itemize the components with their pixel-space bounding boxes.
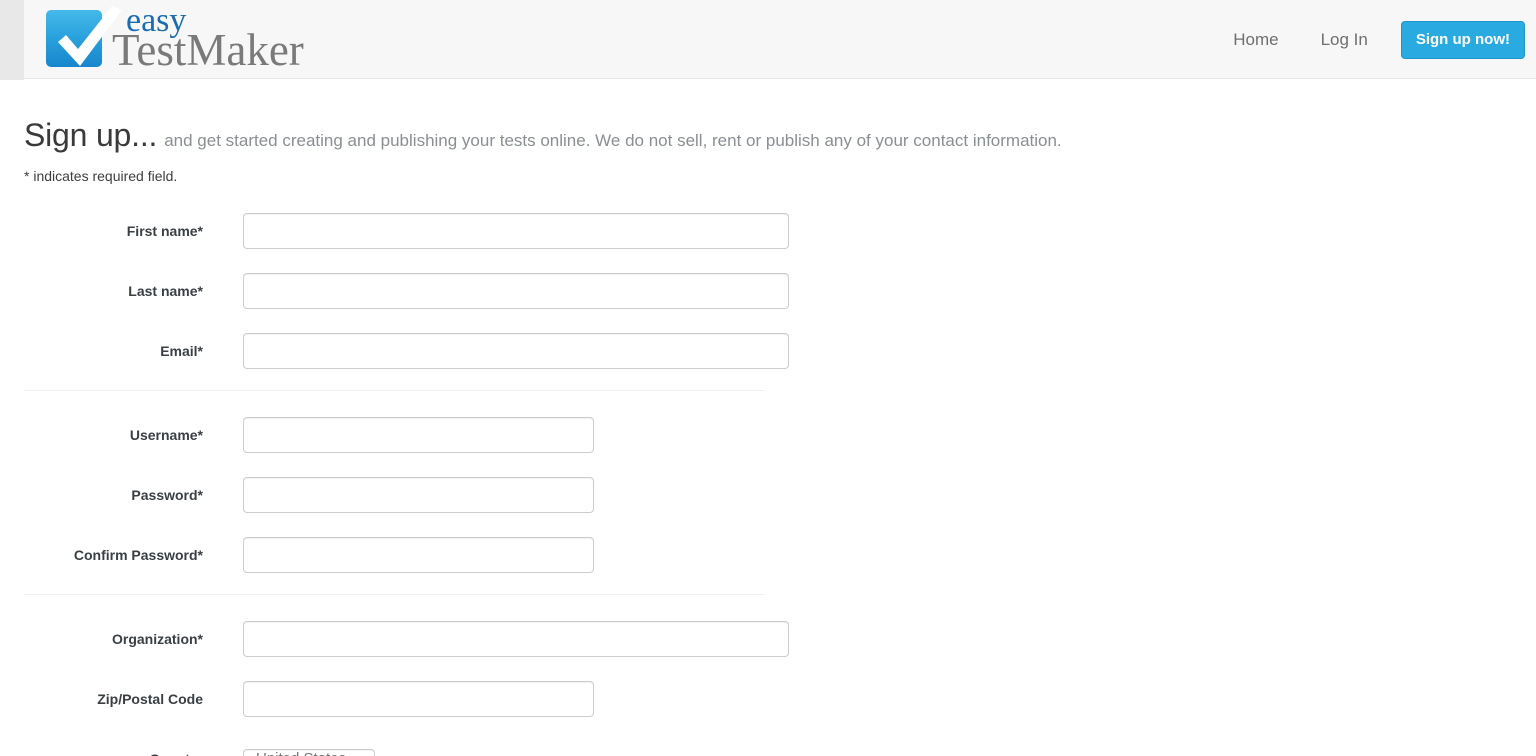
organization-field-wrap xyxy=(243,621,789,657)
nav-link-home[interactable]: Home xyxy=(1212,0,1299,79)
email-field-wrap xyxy=(243,333,789,369)
left-gutter-strip xyxy=(0,0,24,80)
organization-input[interactable] xyxy=(243,621,789,657)
signup-form: First name* Last name* Email* Username* … xyxy=(24,201,1514,756)
zip-postal-code-label: Zip/Postal Code xyxy=(97,691,203,707)
password-input[interactable] xyxy=(243,477,594,513)
password-label: Password* xyxy=(131,487,203,503)
first-name-input[interactable] xyxy=(243,213,789,249)
form-group-credentials: Username* Password* Confirm Password* xyxy=(24,391,1514,594)
form-row-confirm-password: Confirm Password* xyxy=(24,525,1514,585)
main-navigation: Home Log In Sign up now! xyxy=(1212,0,1525,79)
nav-link-login[interactable]: Log In xyxy=(1300,0,1389,79)
form-row-country: Country United States ▼ xyxy=(24,729,1514,756)
form-row-organization: Organization* xyxy=(24,609,1514,669)
page-title: Sign up... xyxy=(24,117,158,153)
page-content: Sign up... and get started creating and p… xyxy=(24,79,1514,756)
confirm-password-label: Confirm Password* xyxy=(73,547,203,563)
logo-link[interactable]: easy TestMaker xyxy=(36,4,356,76)
country-field-wrap: United States ▼ xyxy=(243,742,376,756)
confirm-password-input[interactable] xyxy=(243,537,594,573)
last-name-input[interactable] xyxy=(243,273,789,309)
username-input[interactable] xyxy=(243,417,594,453)
username-label: Username* xyxy=(129,427,203,443)
last-name-field-wrap xyxy=(243,273,789,309)
form-group-personal: First name* Last name* Email* xyxy=(24,201,1514,390)
form-row-first-name: First name* xyxy=(24,201,1514,261)
email-input[interactable] xyxy=(243,333,789,369)
left-gutter-strip-lower xyxy=(0,80,24,756)
password-field-wrap xyxy=(243,477,594,513)
zip-postal-code-field-wrap xyxy=(243,681,594,717)
form-row-email: Email* xyxy=(24,321,1514,381)
form-group-organization: Organization* Zip/Postal Code Country xyxy=(24,595,1514,756)
logo-text-testmaker: TestMaker xyxy=(112,25,304,75)
last-name-label: Last name* xyxy=(128,283,203,299)
country-select-wrap: United States ▼ xyxy=(243,749,376,756)
form-row-username: Username* xyxy=(24,405,1514,465)
form-row-zip-postal-code: Zip/Postal Code xyxy=(24,669,1514,729)
organization-label: Organization* xyxy=(111,631,203,647)
zip-postal-code-input[interactable] xyxy=(243,681,594,717)
first-name-label: First name* xyxy=(126,223,203,239)
country-select[interactable]: United States xyxy=(243,749,376,756)
page-subtitle: and get started creating and publishing … xyxy=(164,131,1062,150)
sign-up-now-button[interactable]: Sign up now! xyxy=(1400,20,1525,59)
first-name-field-wrap xyxy=(243,213,789,249)
form-row-password: Password* xyxy=(24,465,1514,525)
email-label: Email* xyxy=(160,343,203,359)
country-label: Country xyxy=(24,751,203,756)
logo-wordmark: easy TestMaker xyxy=(112,4,372,76)
site-header: easy TestMaker Home Log In Sign up now! xyxy=(24,0,1536,79)
signup-page: easy TestMaker Home Log In Sign up now! … xyxy=(0,0,1536,756)
confirm-password-field-wrap xyxy=(243,537,594,573)
username-field-wrap xyxy=(243,417,594,453)
required-field-note: * indicates required field. xyxy=(24,168,178,184)
form-row-last-name: Last name* xyxy=(24,261,1514,321)
page-heading-row: Sign up... and get started creating and p… xyxy=(24,117,1514,154)
